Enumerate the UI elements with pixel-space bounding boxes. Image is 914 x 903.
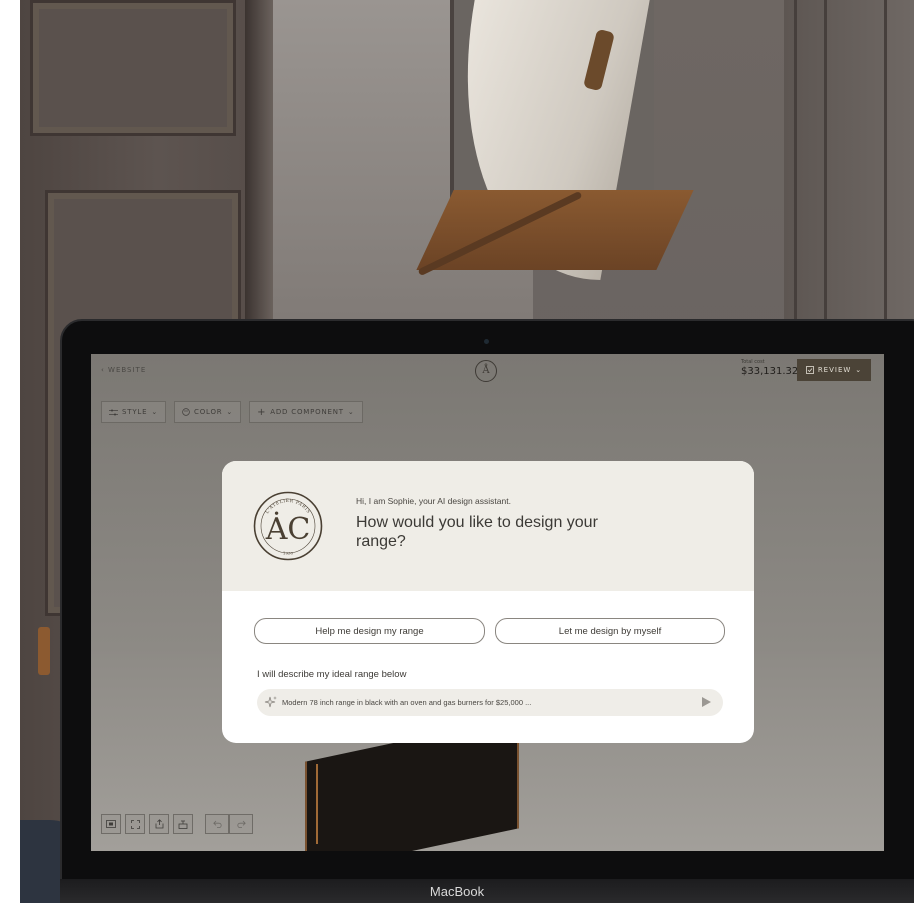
review-label: REVIEW — [817, 366, 852, 374]
total-cost-label: Total cost — [741, 359, 765, 365]
describe-range-label: I will describe my ideal range below — [257, 669, 407, 680]
undo-icon[interactable] — [205, 814, 229, 834]
range-icon[interactable] — [173, 814, 193, 834]
cabinet-hinge — [38, 627, 50, 675]
help-me-design-button[interactable]: Help me design my range — [254, 618, 485, 644]
color-label: COLOR — [194, 408, 223, 416]
review-icon — [805, 366, 814, 374]
ai-assistant-dialog: L'ATELIER PARIS ȦC 1930 Hi, I am Sophie,… — [222, 461, 754, 743]
webcam — [484, 339, 489, 344]
history-controls — [205, 814, 253, 834]
brand-logo-icon[interactable]: Å — [475, 360, 497, 382]
chevron-down-icon: ⌄ — [226, 408, 234, 416]
laptop-brand: MacBook — [429, 884, 485, 899]
review-button[interactable]: REVIEW ⌄ — [797, 359, 871, 381]
sparkle-icon — [264, 695, 278, 709]
design-toolbar: STYLE ⌄ COLOR ⌄ + ADD COMPONENT ⌄ — [101, 401, 363, 423]
palette-icon — [182, 408, 190, 416]
top-bar: ‹ WEBSITE Å Total cost $33,131.32 REVIEW… — [91, 354, 884, 388]
design-by-myself-button[interactable]: Let me design by myself — [495, 618, 725, 644]
style-label: STYLE — [122, 408, 148, 416]
back-to-website-link[interactable]: ‹ WEBSITE — [101, 366, 146, 374]
color-button[interactable]: COLOR ⌄ — [174, 401, 242, 423]
range-trim — [316, 764, 318, 844]
fullscreen-icon[interactable] — [125, 814, 145, 834]
style-button[interactable]: STYLE ⌄ — [101, 401, 166, 423]
right-cabinet — [784, 0, 914, 330]
redo-icon[interactable] — [229, 814, 253, 834]
dialog-header: L'ATELIER PARIS ȦC 1930 Hi, I am Sophie,… — [222, 461, 754, 591]
assistant-greeting: Hi, I am Sophie, your AI design assistan… — [356, 496, 511, 506]
total-cost: Total cost $33,131.32 — [741, 359, 798, 377]
sliders-icon — [109, 409, 118, 415]
latelier-paris-emblem-logo: L'ATELIER PARIS ȦC 1930 — [253, 491, 323, 561]
screen-icon[interactable] — [101, 814, 121, 834]
send-icon[interactable] — [702, 697, 711, 707]
bottom-toolbar — [101, 814, 253, 834]
svg-text:1930: 1930 — [283, 551, 294, 556]
svg-text:ȦC: ȦC — [265, 511, 311, 547]
chevron-down-icon: ⌄ — [347, 408, 355, 416]
total-cost-value: $33,131.32 — [741, 366, 799, 377]
range-description-input[interactable] — [282, 689, 682, 716]
share-icon[interactable] — [149, 814, 169, 834]
range-hood — [416, 0, 694, 300]
chevron-down-icon: ⌄ — [855, 366, 863, 374]
app-screen: ‹ WEBSITE Å Total cost $33,131.32 REVIEW… — [91, 354, 884, 851]
plus-icon: + — [257, 406, 267, 418]
range-description-field[interactable] — [257, 689, 723, 716]
assistant-question: How would you like to design your range? — [356, 514, 598, 550]
add-component-label: ADD COMPONENT — [270, 408, 344, 416]
add-component-button[interactable]: + ADD COMPONENT ⌄ — [249, 401, 363, 423]
chevron-down-icon: ⌄ — [151, 408, 158, 416]
